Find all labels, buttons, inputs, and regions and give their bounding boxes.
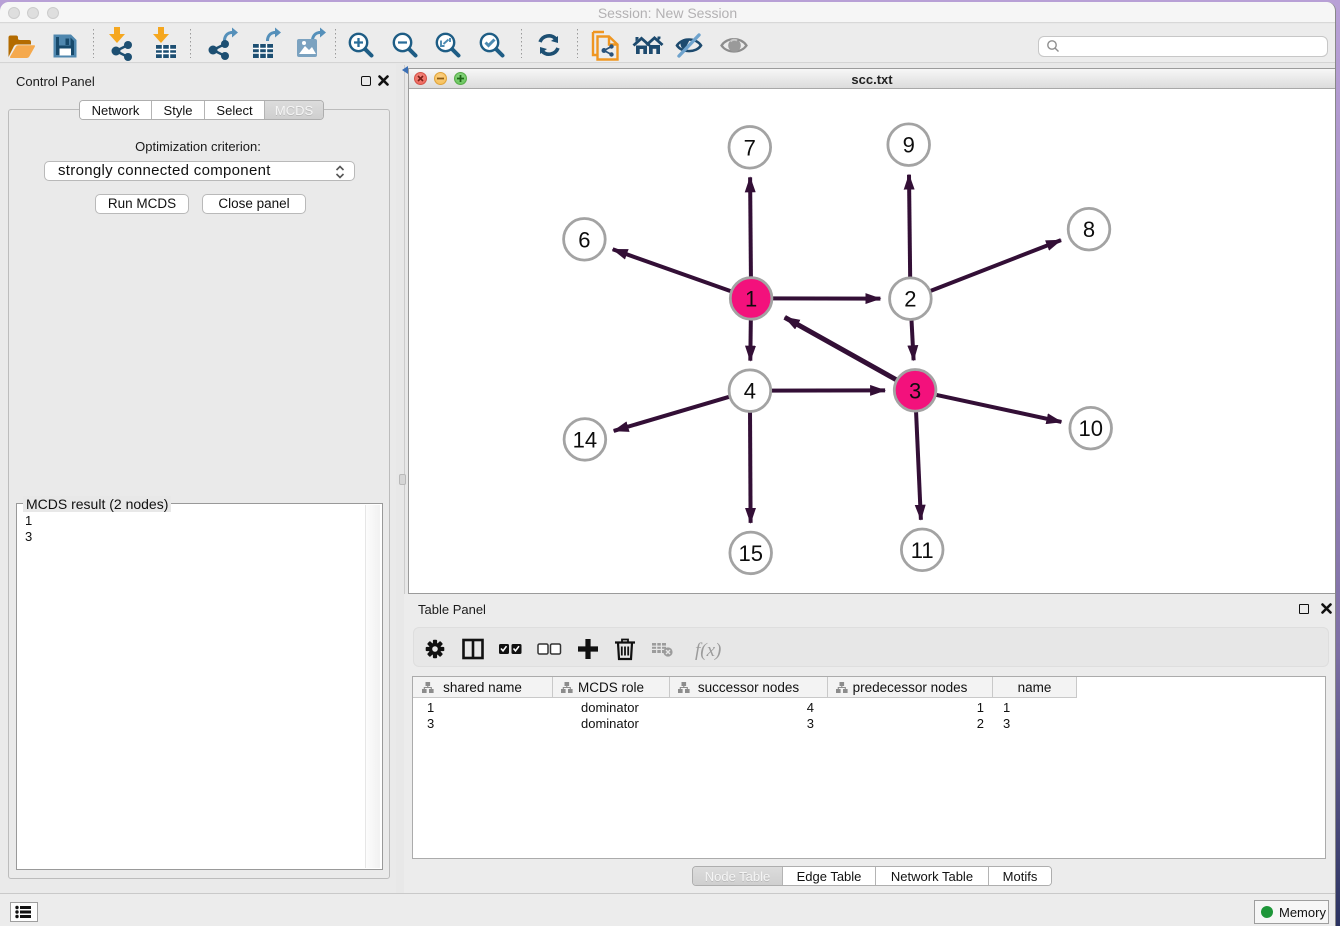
svg-text:7: 7 bbox=[744, 135, 756, 160]
svg-text:1: 1 bbox=[745, 286, 757, 311]
svg-text:f(x): f(x) bbox=[695, 640, 721, 661]
svg-text:2: 2 bbox=[904, 287, 916, 312]
svg-text:8: 8 bbox=[1083, 217, 1095, 242]
svg-text:14: 14 bbox=[573, 427, 597, 452]
svg-text:10: 10 bbox=[1078, 416, 1102, 441]
svg-text:3: 3 bbox=[909, 378, 921, 403]
svg-text:9: 9 bbox=[903, 133, 915, 158]
svg-text:15: 15 bbox=[738, 541, 762, 566]
svg-text:11: 11 bbox=[911, 538, 934, 563]
svg-text:6: 6 bbox=[578, 227, 590, 252]
svg-text:4: 4 bbox=[744, 379, 756, 404]
